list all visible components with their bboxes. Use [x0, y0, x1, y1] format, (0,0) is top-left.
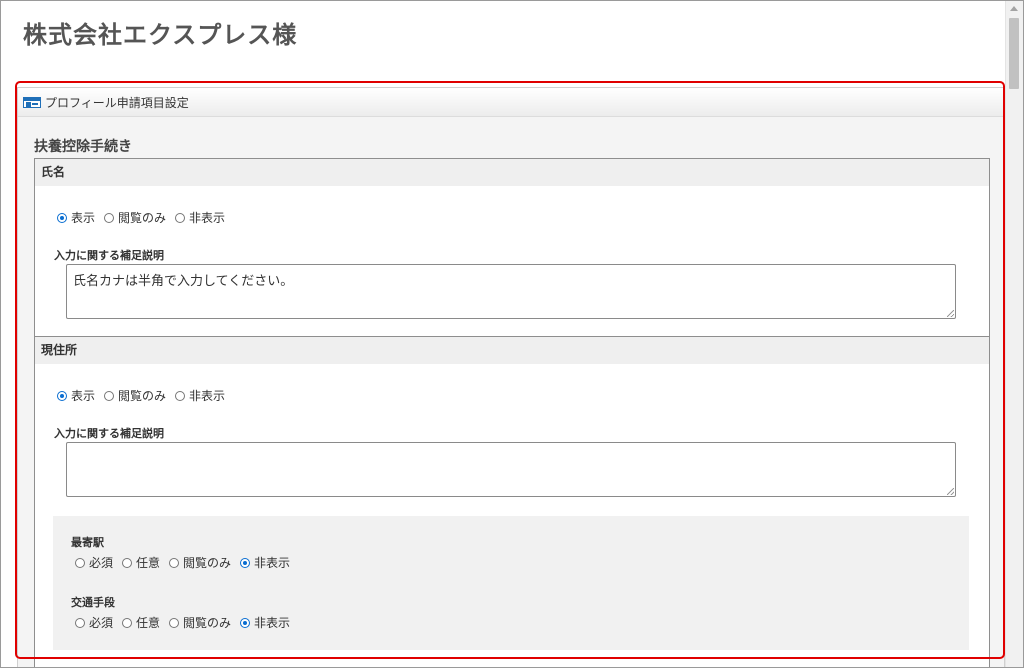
option-label: 非表示 — [189, 389, 226, 403]
scrollbar-thumb[interactable] — [1009, 18, 1019, 89]
option-view-only[interactable]: 閲覧のみ — [169, 614, 231, 631]
option-optional[interactable]: 任意 — [122, 554, 160, 571]
option-required[interactable]: 必須 — [75, 614, 113, 631]
subfield-nearest-station-options: 必須 任意 閲覧のみ 非表示 — [75, 554, 299, 571]
browser-viewport: 株式会社エクスプレス様 プロフィール申請項目設定 扶養控除手続き 氏名 表示 閲… — [0, 0, 1024, 668]
option-label: 非表示 — [254, 616, 291, 630]
option-view-only[interactable]: 閲覧のみ — [104, 209, 166, 226]
option-label: 必須 — [89, 556, 114, 570]
field-settings-list: 氏名 表示 閲覧のみ 非表示 入力に関する補足説明 氏名カナは半角で入力してくだ… — [34, 158, 990, 667]
resize-grip-icon[interactable] — [947, 488, 954, 495]
section-title: 扶養控除手続き — [34, 139, 132, 155]
help-text-label: 入力に関する補足説明 — [54, 427, 164, 440]
option-view-only[interactable]: 閲覧のみ — [104, 387, 166, 404]
option-label: 非表示 — [189, 211, 226, 225]
radio-view-only[interactable] — [104, 390, 115, 401]
radio-required[interactable] — [75, 557, 85, 568]
option-hide[interactable]: 非表示 — [240, 614, 290, 631]
radio-hide[interactable] — [175, 390, 186, 401]
resize-grip-icon[interactable] — [947, 310, 954, 317]
field-name-visibility-options: 表示 閲覧のみ 非表示 — [57, 209, 234, 226]
radio-view-only[interactable] — [104, 212, 115, 223]
subfield-transport-options: 必須 任意 閲覧のみ 非表示 — [75, 614, 299, 631]
address-subfields-box: 最寄駅 必須 任意 閲覧のみ 非表示 交通手段 必須 任意 閲覧のみ 非表示 — [53, 516, 969, 650]
vertical-scrollbar[interactable] — [1005, 1, 1023, 667]
subfield-transport-label: 交通手段 — [71, 596, 115, 609]
radio-hide[interactable] — [240, 557, 251, 568]
option-label: 閲覧のみ — [118, 211, 167, 225]
field-name-body: 表示 閲覧のみ 非表示 入力に関する補足説明 氏名カナは半角で入力してください。 — [35, 186, 989, 336]
help-text-input[interactable]: 氏名カナは半角で入力してください。 — [66, 264, 956, 319]
option-label: 表示 — [71, 211, 96, 225]
radio-view-only[interactable] — [169, 617, 180, 628]
option-label: 任意 — [136, 616, 161, 630]
help-text-label: 入力に関する補足説明 — [54, 249, 164, 262]
option-label: 閲覧のみ — [118, 389, 167, 403]
radio-required[interactable] — [75, 617, 85, 628]
radio-view-only[interactable] — [169, 557, 180, 568]
field-address-visibility-options: 表示 閲覧のみ 非表示 — [57, 387, 234, 404]
profile-card-icon — [23, 96, 41, 108]
option-optional[interactable]: 任意 — [122, 614, 160, 631]
radio-hide[interactable] — [175, 212, 186, 223]
field-address-body: 表示 閲覧のみ 非表示 入力に関する補足説明 最寄駅 必須 任意 閲覧のみ 非表… — [35, 364, 989, 667]
option-label: 必須 — [89, 616, 114, 630]
option-label: 任意 — [136, 556, 161, 570]
option-hide[interactable]: 非表示 — [175, 209, 225, 226]
option-label: 閲覧のみ — [183, 616, 232, 630]
radio-optional[interactable] — [122, 617, 133, 628]
option-label: 閲覧のみ — [183, 556, 232, 570]
help-text-value: 氏名カナは半角で入力してください。 — [73, 274, 294, 289]
radio-hide[interactable] — [240, 617, 251, 628]
radio-show[interactable] — [57, 212, 67, 223]
help-text-input[interactable] — [66, 442, 956, 497]
option-hide[interactable]: 非表示 — [240, 554, 290, 571]
option-label: 非表示 — [254, 556, 291, 570]
radio-optional[interactable] — [122, 557, 133, 568]
panel-header: プロフィール申請項目設定 — [18, 88, 1004, 117]
option-label: 表示 — [71, 389, 96, 403]
option-hide[interactable]: 非表示 — [175, 387, 225, 404]
radio-show[interactable] — [57, 390, 67, 401]
field-name-header: 氏名 — [35, 159, 989, 186]
profile-settings-panel: プロフィール申請項目設定 扶養控除手続き 氏名 表示 閲覧のみ 非表示 入力に関… — [17, 87, 1005, 667]
option-show[interactable]: 表示 — [57, 387, 95, 404]
option-view-only[interactable]: 閲覧のみ — [169, 554, 231, 571]
company-title: 株式会社エクスプレス様 — [23, 21, 298, 49]
panel-header-title: プロフィール申請項目設定 — [45, 95, 189, 110]
field-address-header: 現住所 — [35, 337, 989, 364]
scroll-up-arrow-icon[interactable] — [1010, 6, 1018, 11]
option-show[interactable]: 表示 — [57, 209, 95, 226]
subfield-nearest-station-label: 最寄駅 — [71, 536, 104, 549]
option-required[interactable]: 必須 — [75, 554, 113, 571]
